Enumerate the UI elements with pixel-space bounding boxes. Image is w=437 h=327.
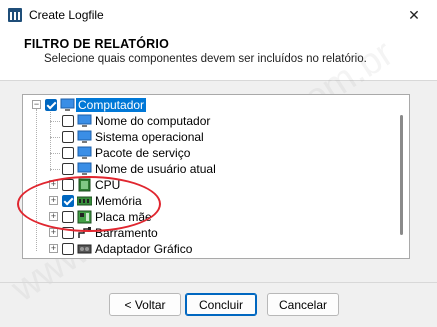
back-button[interactable]: < Voltar xyxy=(109,293,181,316)
graphics-adapter-icon xyxy=(77,244,92,254)
tree-connector xyxy=(50,153,60,154)
tree-item[interactable]: Nome de usuário atual xyxy=(23,161,393,177)
tree-scrollbar[interactable] xyxy=(394,95,409,258)
expand-toggle[interactable]: + xyxy=(49,228,58,237)
tree-connector xyxy=(50,169,60,170)
tree-connector xyxy=(50,121,60,122)
close-icon: ✕ xyxy=(408,6,420,23)
app-icon xyxy=(8,8,22,22)
tree-item-label: Pacote de serviço xyxy=(95,146,191,160)
tree-row-adaptador-grafico[interactable]: + Adaptador Gráfico xyxy=(23,241,393,257)
expand-toggle[interactable]: + xyxy=(49,244,58,253)
tree-item[interactable]: Pacote de serviço xyxy=(23,145,393,161)
header-subtitle: Selecione quais componentes devem ser in… xyxy=(44,53,367,65)
title-bar: Create Logfile ✕ xyxy=(0,0,437,30)
finish-button[interactable]: Concluir xyxy=(185,293,257,316)
header-title: FILTRO DE RELATÓRIO xyxy=(24,37,169,51)
checkbox-adaptador-grafico[interactable] xyxy=(62,243,74,255)
annotation-ellipse xyxy=(17,176,161,232)
monitor-icon xyxy=(77,146,92,159)
tree-label-computador: Computador xyxy=(76,98,147,112)
close-button[interactable]: ✕ xyxy=(391,0,437,30)
tree-item[interactable]: Sistema operacional xyxy=(23,129,393,145)
checkbox-sistema-operacional[interactable] xyxy=(62,131,74,143)
tree-item-label: Sistema operacional xyxy=(95,130,204,144)
computer-icon xyxy=(60,98,75,111)
monitor-icon xyxy=(77,130,92,143)
checkbox-nome-computador[interactable] xyxy=(62,115,74,127)
tree-item-label: Nome do computador xyxy=(95,114,211,128)
tree-item[interactable]: Nome do computador xyxy=(23,113,393,129)
footer-divider xyxy=(0,282,437,283)
checkbox-pacote-servico[interactable] xyxy=(62,147,74,159)
checkbox-nome-usuario[interactable] xyxy=(62,163,74,175)
tree-row-computador[interactable]: − Computador xyxy=(23,97,393,113)
monitor-icon xyxy=(77,162,92,175)
monitor-icon xyxy=(77,114,92,127)
tree-connector xyxy=(50,137,60,138)
tree-item-label: Adaptador Gráfico xyxy=(95,242,193,256)
cancel-button[interactable]: Cancelar xyxy=(267,293,339,316)
checkbox-computador[interactable] xyxy=(45,99,57,111)
collapse-toggle[interactable]: − xyxy=(32,100,41,109)
scroll-thumb[interactable] xyxy=(400,115,403,235)
tree-item-label: Nome de usuário atual xyxy=(95,162,216,176)
dialog-header: FILTRO DE RELATÓRIO Selecione quais comp… xyxy=(0,30,437,81)
window-title: Create Logfile xyxy=(29,8,104,22)
